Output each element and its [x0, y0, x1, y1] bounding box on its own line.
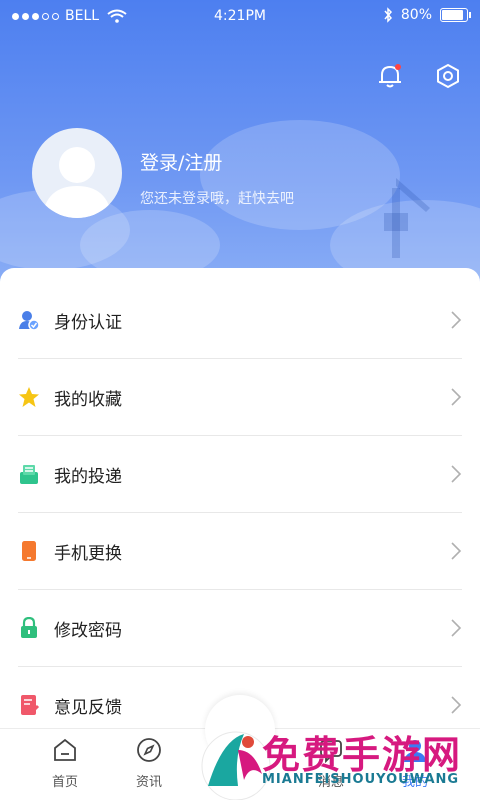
login-hint: 您还未登录哦，赶快去吧 — [140, 191, 294, 207]
watermark-subtitle: MIANFEISHOUYOUWANG — [262, 772, 460, 787]
phone-icon — [18, 540, 40, 562]
delivery-icon — [18, 463, 40, 485]
chevron-right-icon — [451, 542, 462, 560]
menu-item-favorites[interactable]: 我的收藏 — [18, 359, 462, 436]
profile-header: BELL 4:21PM 80% 登录/注册 您还未登录哦，赶快去吧 — [0, 0, 480, 300]
chevron-right-icon — [451, 619, 462, 637]
battery-percent: 80% — [400, 7, 432, 23]
status-bar: BELL 4:21PM 80% — [0, 0, 480, 34]
chevron-right-icon — [451, 465, 462, 483]
tab-news[interactable]: 资讯 — [114, 737, 184, 790]
feedback-icon — [18, 694, 40, 716]
home-icon — [54, 738, 76, 761]
battery-icon — [440, 8, 471, 22]
menu-list: 身份认证 我的收藏 我的投递 手机更换 修改密码 意见反馈 — [0, 268, 480, 728]
menu-item-change-password[interactable]: 修改密码 — [18, 590, 462, 667]
tab-label: 首页 — [51, 775, 78, 790]
menu-label: 身份认证 — [54, 312, 122, 333]
menu-item-delivery[interactable]: 我的投递 — [18, 436, 462, 513]
menu-item-identity[interactable]: 身份认证 — [18, 282, 462, 359]
chevron-right-icon — [451, 311, 462, 329]
star-icon — [18, 386, 40, 408]
crane-illustration — [384, 178, 430, 258]
settings-hex-icon[interactable] — [434, 62, 462, 90]
avatar[interactable] — [32, 128, 122, 218]
watermark-title: 免费手游网 — [262, 733, 463, 777]
id-verify-icon — [18, 309, 40, 331]
chevron-right-icon — [451, 388, 462, 406]
bluetooth-icon — [384, 7, 392, 23]
notification-bell-icon[interactable] — [376, 62, 404, 90]
login-register-link[interactable]: 登录/注册 — [140, 148, 222, 175]
tab-label: 资讯 — [135, 775, 162, 790]
menu-label: 我的投递 — [54, 466, 122, 487]
tab-home[interactable]: 首页 — [30, 737, 100, 790]
lock-icon — [18, 617, 40, 639]
compass-icon — [137, 738, 161, 762]
menu-label: 我的收藏 — [54, 389, 122, 410]
default-user-icon — [42, 147, 112, 218]
menu-item-change-phone[interactable]: 手机更换 — [18, 513, 462, 590]
menu-label: 手机更换 — [54, 543, 122, 564]
menu-label: 修改密码 — [54, 620, 122, 641]
chevron-right-icon — [451, 696, 462, 714]
